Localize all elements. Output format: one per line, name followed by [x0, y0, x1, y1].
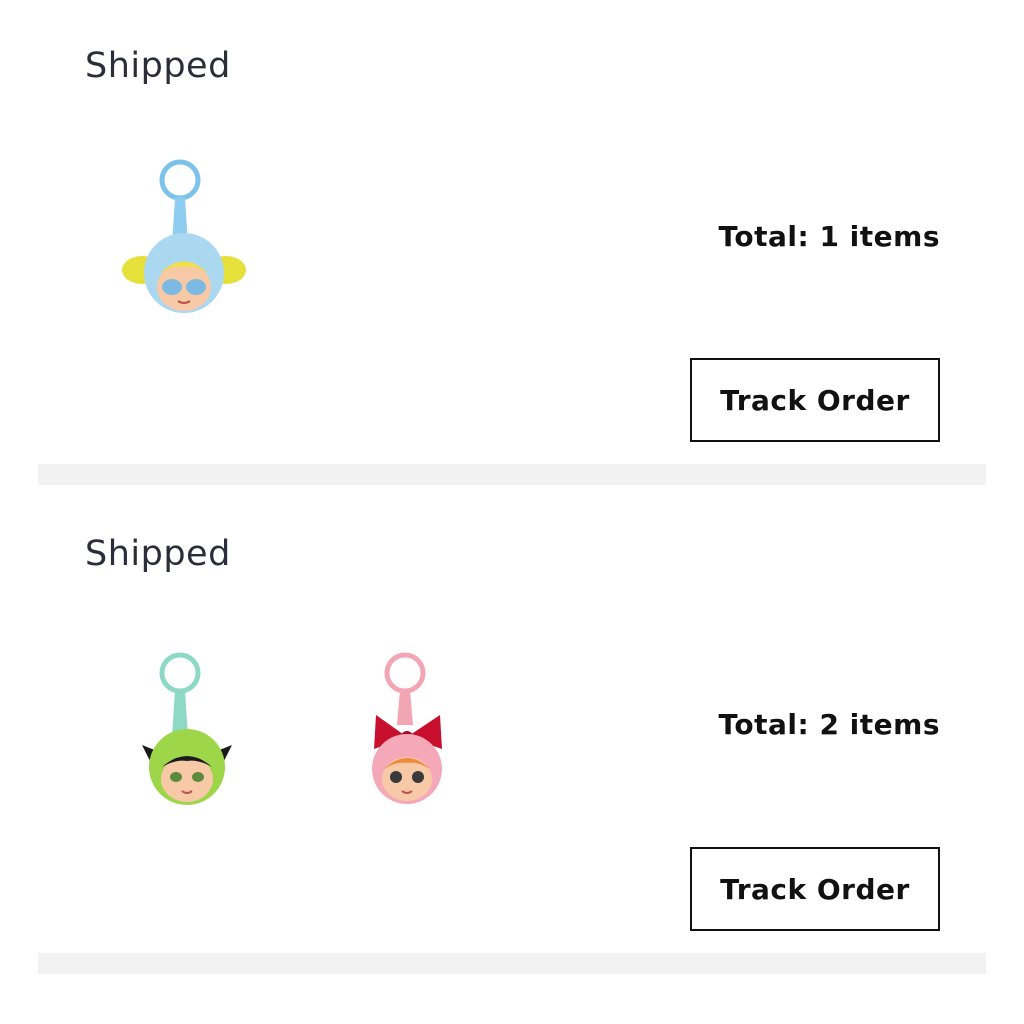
product-image[interactable] — [128, 645, 258, 815]
order-status: Shipped — [85, 46, 231, 86]
section-divider — [38, 953, 986, 974]
order-card: Shipped Total: 1 items Track Order — [38, 0, 986, 464]
green-keychain-plush-icon — [142, 652, 232, 805]
pink-keychain-plush-icon — [372, 652, 442, 804]
product-image[interactable] — [120, 155, 250, 325]
order-total: Total: 1 items — [718, 220, 940, 253]
track-order-button[interactable]: Track Order — [690, 358, 940, 442]
product-image[interactable] — [348, 645, 478, 815]
order-total: Total: 2 items — [718, 708, 940, 741]
blue-keychain-plush-icon — [122, 159, 246, 313]
section-divider — [38, 464, 986, 485]
track-order-button[interactable]: Track Order — [690, 847, 940, 931]
order-card: Shipped Total: 2 items Track Order — [38, 485, 986, 953]
order-status: Shipped — [85, 534, 231, 574]
